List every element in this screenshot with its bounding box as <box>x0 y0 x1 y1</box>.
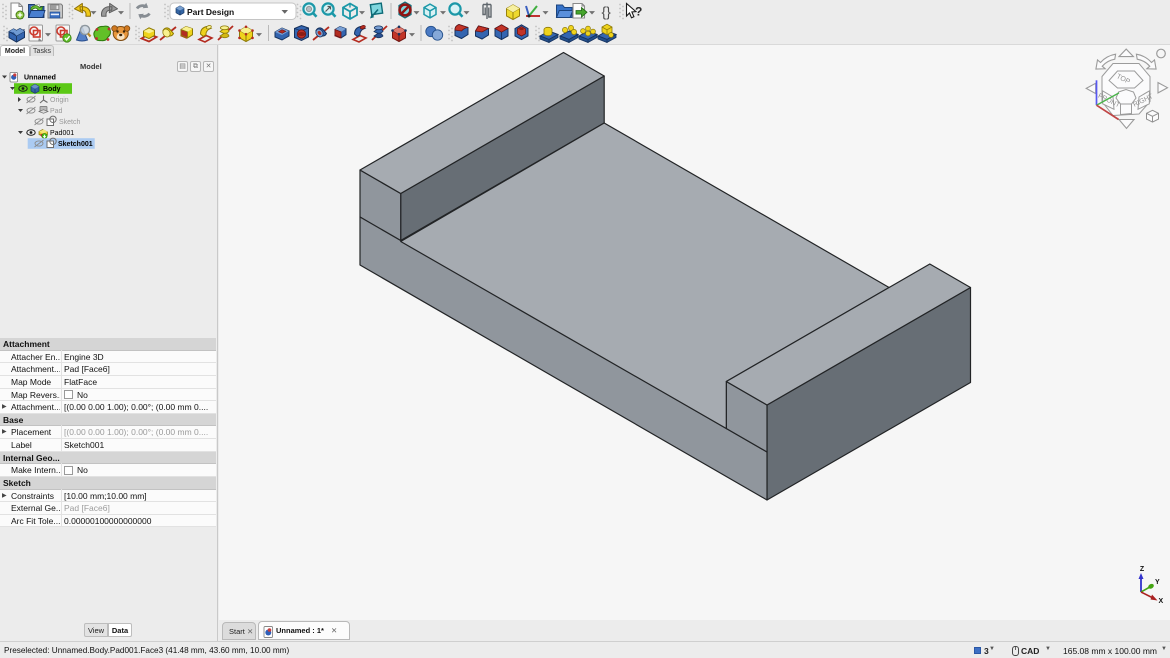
svg-text:Pad: Pad <box>50 108 63 115</box>
svg-text:Pad001: Pad001 <box>50 130 74 137</box>
svg-text:Unnamed: Unnamed <box>24 75 56 82</box>
svg-text:Origin: Origin <box>50 97 69 104</box>
svg-text:Y: Y <box>1155 579 1160 586</box>
svg-text:?: ? <box>635 5 642 19</box>
svg-text:X: X <box>1159 598 1164 605</box>
svg-text:Z: Z <box>1140 566 1145 573</box>
svg-text:Part Design: Part Design <box>187 7 234 17</box>
svg-text:Sketch: Sketch <box>59 119 81 126</box>
svg-text:{}: {} <box>602 4 612 20</box>
svg-text:Sketch001: Sketch001 <box>58 141 93 148</box>
svg-text:Body: Body <box>43 86 61 93</box>
